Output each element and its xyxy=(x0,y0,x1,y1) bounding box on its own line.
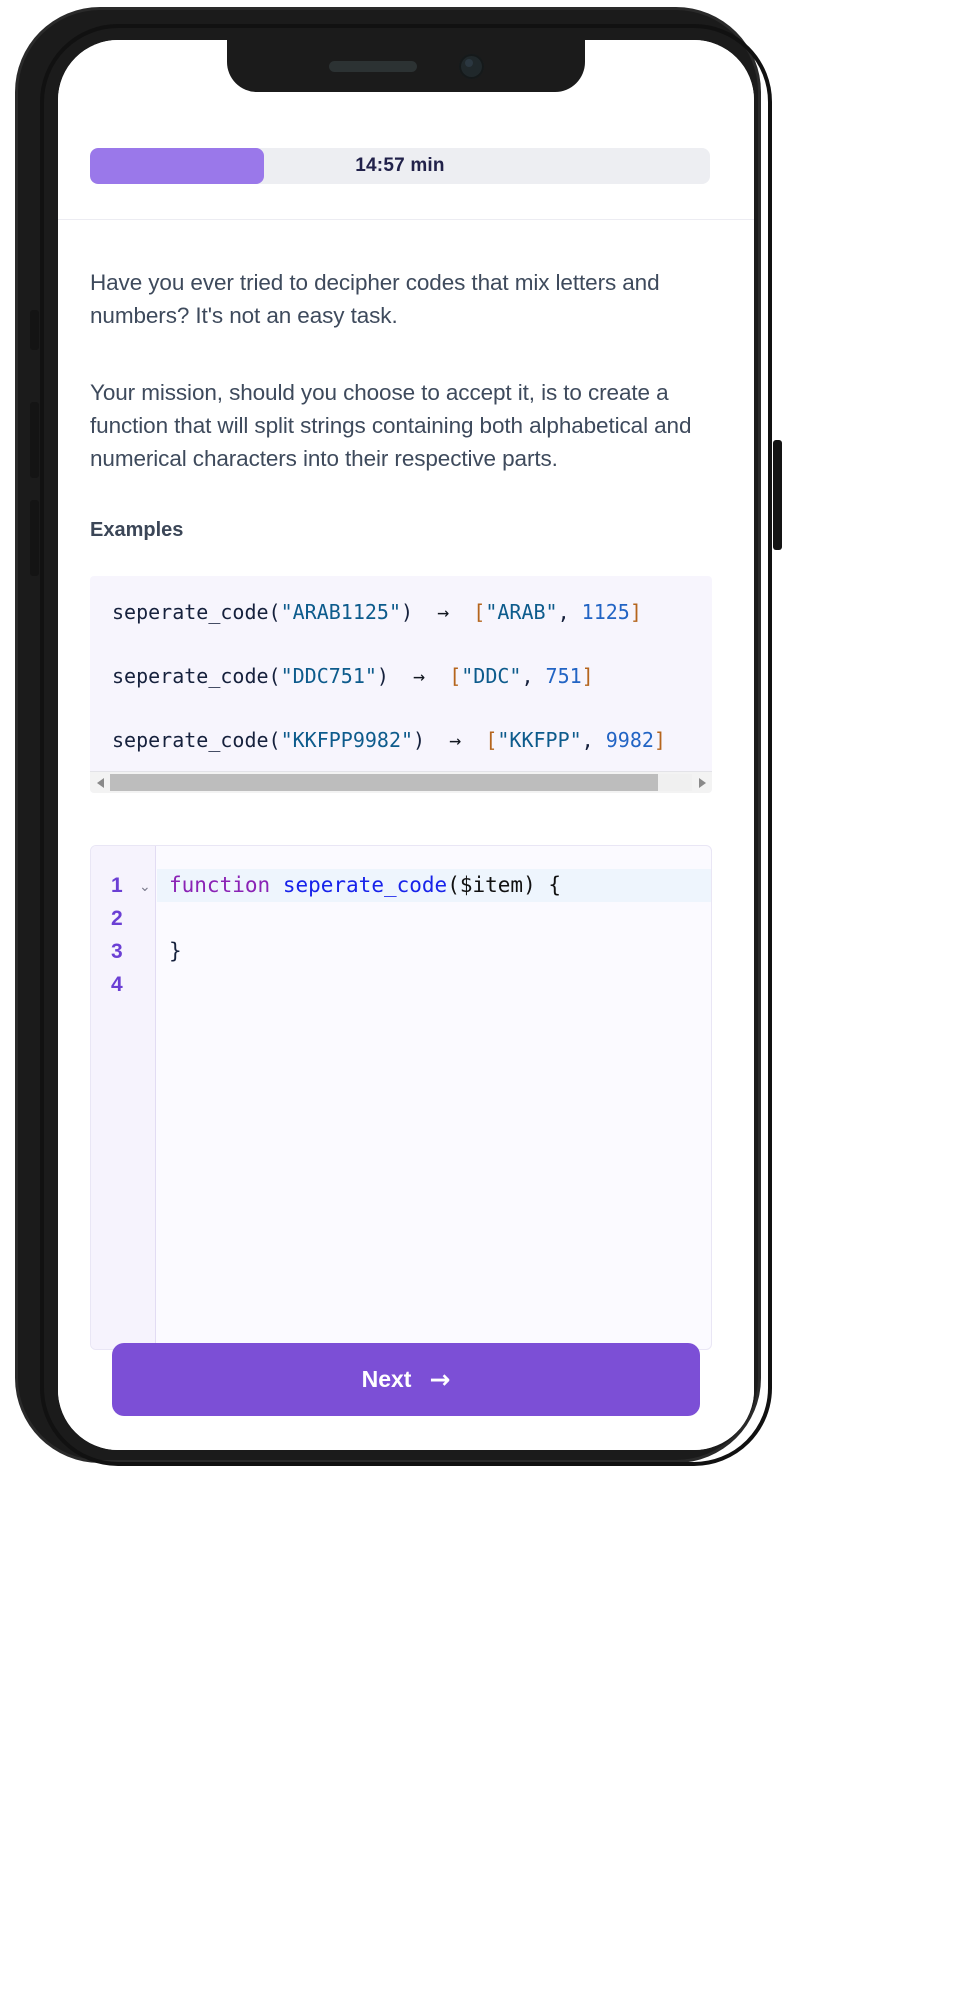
editor-line-2 xyxy=(157,902,711,935)
open-brace: { xyxy=(535,873,562,897)
example-paren-close: ) xyxy=(413,728,426,752)
example-call: seperate_code( xyxy=(112,600,281,624)
description-paragraph-1: Have you ever tried to decipher codes th… xyxy=(90,270,660,328)
progress-header: 14:57 min xyxy=(58,128,754,220)
editor-gutter: 1 2 3 4 ⌄ xyxy=(91,846,156,1349)
example-result-string: "DDC" xyxy=(461,664,522,688)
line-number: 3 xyxy=(111,940,123,963)
example-close-bracket: ] xyxy=(581,664,594,688)
example-paren-close: ) xyxy=(401,600,414,624)
example-comma: , xyxy=(557,600,582,624)
front-camera-icon xyxy=(458,53,484,79)
example-arg: "ARAB1125" xyxy=(280,600,401,624)
volume-up-button[interactable] xyxy=(30,402,39,478)
function-name: seperate_code xyxy=(282,873,448,897)
example-result-number: 751 xyxy=(545,664,582,688)
paren-close: ) xyxy=(523,873,536,897)
example-result-string: "ARAB" xyxy=(485,600,558,624)
examples-scroll-viewport[interactable]: seperate_code("ARAB1125") → ["ARAB", 112… xyxy=(90,576,712,771)
arrow-icon: → xyxy=(449,728,462,752)
editor-text-area[interactable]: function seperate_code($item) { } xyxy=(157,846,711,1349)
examples-heading: Examples xyxy=(90,519,184,541)
scroll-right-arrow-icon[interactable] xyxy=(692,772,712,794)
example-line: seperate_code("ARAB1125") → ["ARAB", 112… xyxy=(112,598,712,627)
paren-open: ( xyxy=(447,873,460,897)
example-close-bracket: ] xyxy=(629,600,642,624)
phone-notch xyxy=(227,40,585,92)
line-number: 2 xyxy=(111,907,123,930)
timer-label: 14:57 min xyxy=(355,155,445,176)
phone-device-frame: 14:57 min Have you ever tried to deciphe… xyxy=(18,10,782,1466)
example-result-number: 1125 xyxy=(581,600,630,624)
arrow-icon: → xyxy=(437,600,450,624)
volume-down-button[interactable] xyxy=(30,500,39,576)
scrollbar-thumb[interactable] xyxy=(110,774,658,791)
next-button[interactable]: Next → xyxy=(112,1343,700,1416)
example-arg: "KKFPP9982" xyxy=(280,728,414,752)
example-comma: , xyxy=(521,664,546,688)
scrollbar-track[interactable] xyxy=(110,774,692,791)
example-comma: , xyxy=(581,728,606,752)
keyword-function: function xyxy=(169,873,271,897)
editor-line-4 xyxy=(157,968,711,1001)
example-result-string: "KKFPP" xyxy=(497,728,582,752)
example-line: seperate_code("DDC751") → ["DDC", 751] xyxy=(112,662,712,691)
examples-horizontal-scrollbar[interactable] xyxy=(90,771,712,793)
arrow-right-icon: → xyxy=(429,1365,451,1394)
silent-switch-button[interactable] xyxy=(30,310,39,350)
editor-line-1: function seperate_code($item) { xyxy=(157,869,711,902)
next-button-label: Next xyxy=(361,1366,412,1392)
function-param: $item xyxy=(459,873,524,897)
line-number: 4 xyxy=(111,973,123,996)
power-button[interactable] xyxy=(773,440,782,550)
code-fold-chevron-icon[interactable]: ⌄ xyxy=(139,880,151,894)
example-line: seperate_code("KKFPP9982") → ["KKFPP", 9… xyxy=(112,726,712,755)
example-arg: "DDC751" xyxy=(280,664,377,688)
arrow-icon: → xyxy=(413,664,426,688)
timer-progress-bar: 14:57 min xyxy=(90,148,710,184)
scroll-left-arrow-icon[interactable] xyxy=(90,772,110,794)
exercise-content: Have you ever tried to decipher codes th… xyxy=(58,226,754,1350)
example-paren-close: ) xyxy=(376,664,389,688)
example-open-bracket: [ xyxy=(473,600,486,624)
phone-screen: 14:57 min Have you ever tried to deciphe… xyxy=(58,40,754,1450)
exercise-app: 14:57 min Have you ever tried to deciphe… xyxy=(58,40,754,1450)
speaker-bar-icon xyxy=(328,60,417,72)
editor-line-3: } xyxy=(169,939,182,963)
example-call: seperate_code( xyxy=(112,664,281,688)
examples-code-block: seperate_code("ARAB1125") → ["ARAB", 112… xyxy=(90,576,712,793)
example-result-number: 9982 xyxy=(605,728,654,752)
example-close-bracket: ] xyxy=(653,728,666,752)
example-call: seperate_code( xyxy=(112,728,281,752)
description-paragraph-2: Your mission, should you choose to accep… xyxy=(90,380,692,471)
code-editor[interactable]: 1 2 3 4 ⌄ function seperate_code($item) … xyxy=(90,845,712,1350)
example-open-bracket: [ xyxy=(449,664,462,688)
example-open-bracket: [ xyxy=(485,728,498,752)
